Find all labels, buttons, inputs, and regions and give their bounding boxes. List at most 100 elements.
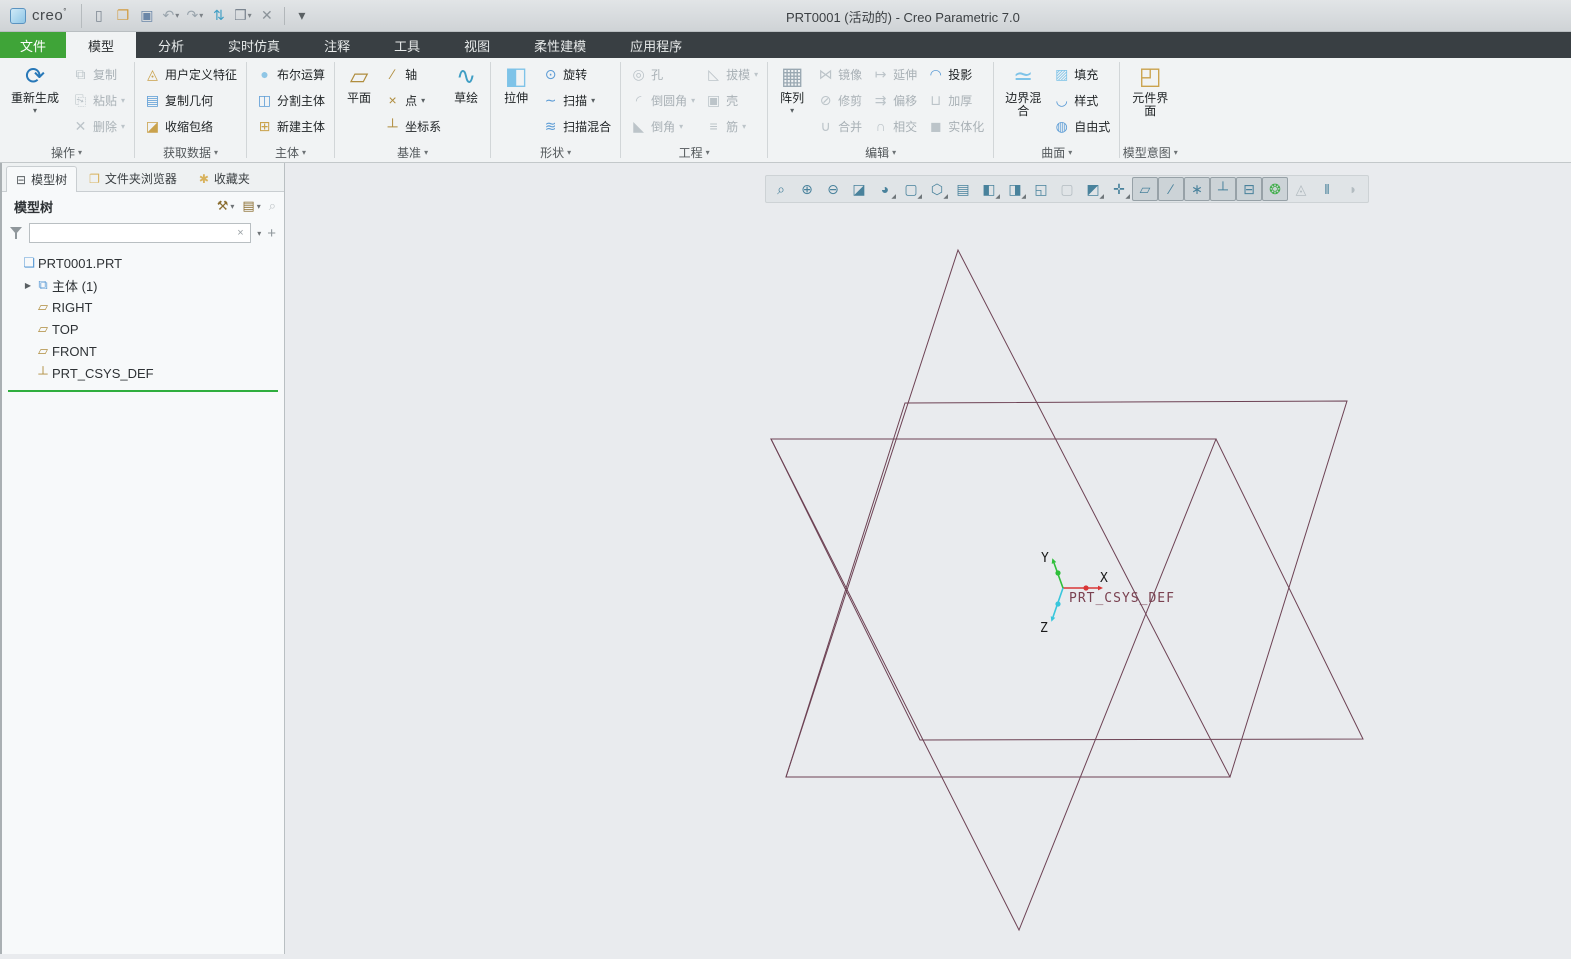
swept-blend-button[interactable]: ≋ 扫描混合 [538,113,615,139]
mirror-button[interactable]: ⋈ 镜像 [813,61,866,87]
group-label-形状[interactable]: 形状 ▾ [492,143,619,162]
tree-row[interactable]: ▱ RIGHT [0,296,284,318]
boolean-button[interactable]: ● 布尔运算 [252,61,329,87]
round-button[interactable]: ◜ 倒圆角 ▾ [626,87,699,113]
shading-style-icon[interactable]: ◕ ◢ [872,177,898,201]
annotation-display-icon[interactable]: ⊟ [1236,177,1262,201]
tab-应用程序[interactable]: 应用程序 [608,32,704,58]
point-display-icon[interactable]: ∗ [1184,177,1210,201]
customize-toolbar-icon[interactable]: ▾ [291,5,313,27]
draft-button[interactable]: ◺ 拔模 ▾ [701,61,762,87]
plane-display-icon[interactable]: ▱ [1132,177,1158,201]
filter-dropdown-icon[interactable]: ▾ [257,229,261,238]
save-icon[interactable]: ▣ [136,5,158,27]
open-file-icon[interactable]: ❐ [112,5,134,27]
tree-settings-icon[interactable]: ⚒ ▾ [217,198,235,214]
tab-柔性建模[interactable]: 柔性建模 [512,32,608,58]
panel-tab-模型树[interactable]: ⊟ 模型树 [6,166,78,192]
graphics-viewport[interactable]: X Y Z PRT_CSYS_DEF ⌕ ⊕ ⊖ ◪ ◕ ◢ ▢ ◢ ⬡ ◢ ▤ ◧ ◢ ◨ ◢ ◱ ▢ ◩ ◢ ✛ ◢ ▱ ∕ ∗… [285,163,1571,954]
group-label-工程[interactable]: 工程 ▾ [622,143,766,162]
view-ghost-icon[interactable]: ▢ [1054,177,1080,201]
extend-button[interactable]: ↦ 延伸 [868,61,921,87]
component-interface-button[interactable]: ◰ 元件界面 [1125,61,1175,120]
sketch-button[interactable]: ∿ 草绘 [447,61,485,107]
close-window-icon[interactable]: ✕ [256,5,278,27]
tab-分析[interactable]: 分析 [136,32,206,58]
section-icon[interactable]: ◩ ◢ [1080,177,1106,201]
tab-模型[interactable]: 模型 [66,32,137,58]
axis-display-icon[interactable]: ∕ [1158,177,1184,201]
group-label-曲面[interactable]: 曲面 ▾ [995,143,1118,162]
group-label-获取数据[interactable]: 获取数据 ▾ [136,143,245,162]
csys-display-icon[interactable]: ┴ [1210,177,1236,201]
dragger-display-icon[interactable]: ◬ [1288,177,1314,201]
group-label-主体[interactable]: 主体 ▾ [248,143,333,162]
shrinkwrap-button[interactable]: ◪ 收缩包络 [140,113,241,139]
view-manager-icon[interactable]: ▤ [950,177,976,201]
display-style-icon[interactable]: ▢ ◢ [898,177,924,201]
spin-center-icon[interactable]: ❂ [1262,177,1288,201]
clipping-icon[interactable]: ◗ [1340,177,1366,201]
window-icon[interactable]: ❒ ▾ [232,5,254,27]
project-button[interactable]: ◠ 投影 [923,61,988,87]
repaint-icon[interactable]: ◪ [846,177,872,201]
tree-row[interactable]: ▱ TOP [0,318,284,340]
zoom-in-icon[interactable]: ⊕ [794,177,820,201]
solidify-button[interactable]: ◼ 实体化 [923,113,988,139]
freestyle-button[interactable]: ◍ 自由式 [1049,113,1114,139]
datum-plane-button[interactable]: ▱ 平面 [340,61,378,107]
thicken-button[interactable]: ⊔ 加厚 [923,87,988,113]
extrude-button[interactable]: ◧ 拉伸 [496,61,536,107]
group-label-模型意图[interactable]: 模型意图 ▾ [1121,143,1179,162]
shell-button[interactable]: ▣ 壳 [701,87,762,113]
tree-filter-input[interactable] [29,223,252,243]
datum-csys-button[interactable]: ┴ 坐标系 [380,113,445,139]
boundary-blend-button[interactable]: ≃ 边界混合 [999,61,1047,120]
redo-icon[interactable]: ↷ ▾ [184,5,206,27]
merge-button[interactable]: ∪ 合并 [813,113,866,139]
datum-point-button[interactable]: × 点 ▾ [380,87,445,113]
panel-tab-收藏夹[interactable]: ✱ 收藏夹 [189,165,260,191]
tree-row[interactable]: ❏ PRT0001.PRT [0,252,284,274]
copy-button[interactable]: ⧉ 复制 [68,61,129,87]
tab-文件[interactable]: 文件 [0,32,67,58]
revolve-button[interactable]: ⊙ 旋转 [538,61,615,87]
copy-geometry-button[interactable]: ▤ 复制几何 [140,87,241,113]
group-label-操作[interactable]: 操作 ▾ [0,143,133,162]
tab-工具[interactable]: 工具 [372,32,442,58]
new-file-icon[interactable]: ▯ [88,5,110,27]
tab-注释[interactable]: 注释 [302,32,372,58]
offset-button[interactable]: ⇉ 偏移 [868,87,921,113]
paste-button[interactable]: ⎘ 粘贴 ▾ [68,87,129,113]
hole-button[interactable]: ◎ 孔 [626,61,699,87]
udf-button[interactable]: ◬ 用户定义特征 [140,61,241,87]
tab-视图[interactable]: 视图 [442,32,512,58]
regenerate-button[interactable]: ⟳ 重新生成 ▾ [4,61,66,117]
panel-tab-文件夹浏览器[interactable]: ❐ 文件夹浏览器 [79,165,187,191]
intersect-button[interactable]: ∩ 相交 [868,113,921,139]
trim-button[interactable]: ⊘ 修剪 [813,87,866,113]
sweep-button[interactable]: ∼ 扫描 ▾ [538,87,615,113]
split-body-button[interactable]: ◫ 分割主体 [252,87,329,113]
zoom-out-icon[interactable]: ⊖ [820,177,846,201]
datum-display-filters-icon[interactable]: ✛ ◢ [1106,177,1132,201]
pattern-button[interactable]: ▦ 阵列 ▾ [773,61,811,117]
chamfer-button[interactable]: ◣ 倒角 ▾ [626,113,699,139]
regenerate-quick-icon[interactable]: ⇅ [208,5,230,27]
new-body-button[interactable]: ⊞ 新建主体 [252,113,329,139]
tree-display-options-icon[interactable]: ▤ ▾ [242,198,260,214]
tree-row[interactable]: ▶ ⧉ 主体 (1) [0,274,284,296]
undo-icon[interactable]: ↶ ▾ [160,5,182,27]
rib-button[interactable]: ≡ 筋 ▾ [701,113,762,139]
delete-button[interactable]: ✕ 删除 ▾ [68,113,129,139]
box-zoom-icon[interactable]: ⌕ [768,177,794,201]
previous-orientation-icon[interactable]: ◨ ◢ [1002,177,1028,201]
perspective-view-icon[interactable]: ◱ [1028,177,1054,201]
insertion-indicator[interactable] [8,390,278,392]
pause-icon[interactable]: ‖ [1314,177,1340,201]
tree-row[interactable]: ▱ FRONT [0,340,284,362]
filter-clear-icon[interactable]: × [237,227,251,239]
style-button[interactable]: ◡ 样式 [1049,87,1114,113]
group-label-基准[interactable]: 基准 ▾ [336,143,489,162]
group-label-编辑[interactable]: 编辑 ▾ [769,143,992,162]
